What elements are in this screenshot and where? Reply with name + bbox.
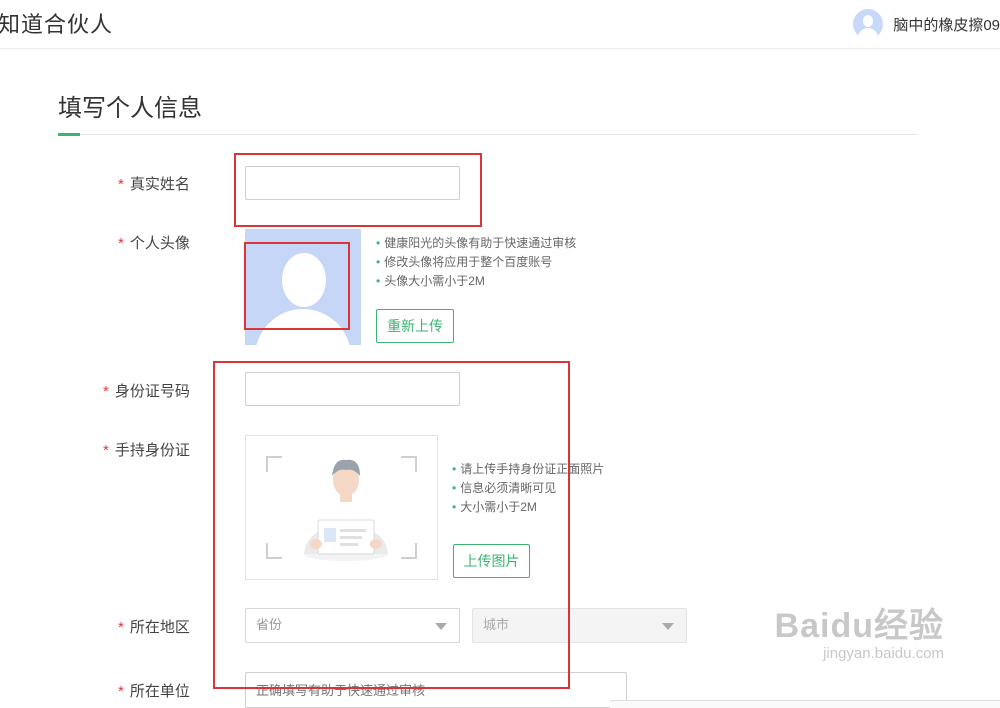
company-label-text: 所在单位 — [129, 683, 190, 700]
id-photo-label-text: 手持身份证 — [114, 442, 190, 459]
highlight-box-avatar — [244, 242, 350, 330]
top-bar: 知道合伙人 脑中的橡皮擦09 — [0, 0, 1000, 49]
brand-title[interactable]: 知道合伙人 — [0, 7, 113, 39]
region-label-text: 所在地区 — [129, 619, 190, 636]
avatar-tip: 头像大小需小于2M — [376, 272, 576, 291]
title-accent-bar — [58, 133, 80, 136]
id-number-label-text: 身份证号码 — [114, 383, 190, 400]
required-mark: * — [118, 235, 124, 252]
title-divider — [58, 134, 918, 135]
highlight-box-name — [234, 153, 482, 227]
watermark-main: Baidu经验 — [774, 607, 944, 645]
chevron-down-icon — [662, 623, 674, 630]
required-mark: * — [118, 176, 124, 193]
company-label: * 所在单位 — [118, 680, 190, 701]
id-photo-label: * 手持身份证 — [103, 439, 190, 460]
real-name-label-text: 真实姓名 — [129, 176, 190, 193]
watermark-sub: jingyan.baidu.com — [823, 645, 944, 662]
required-mark: * — [103, 442, 109, 459]
avatar-label-text: 个人头像 — [129, 235, 190, 252]
required-mark: * — [118, 619, 124, 636]
username[interactable]: 脑中的橡皮擦09 — [893, 14, 1000, 35]
baidu-watermark: Baidu经验 jingyan.baidu.com — [775, 598, 944, 662]
id-number-label: * 身份证号码 — [103, 380, 190, 401]
avatar-tips: 健康阳光的头像有助于快速通过审核 修改头像将应用于整个百度账号 头像大小需小于2… — [376, 234, 576, 291]
required-mark: * — [118, 683, 124, 700]
avatar-label: * 个人头像 — [118, 232, 190, 253]
real-name-label: * 真实姓名 — [118, 173, 190, 194]
user-avatar-icon[interactable] — [853, 9, 884, 39]
user-menu[interactable]: 脑中的橡皮擦09 — [853, 8, 1000, 40]
reupload-avatar-button[interactable]: 重新上传 — [376, 309, 454, 343]
avatar-tip: 修改头像将应用于整个百度账号 — [376, 253, 576, 272]
region-label: * 所在地区 — [118, 616, 190, 637]
page-title: 填写个人信息 — [58, 95, 202, 122]
avatar-tip: 健康阳光的头像有助于快速通过审核 — [376, 234, 576, 253]
required-mark: * — [103, 383, 109, 400]
highlight-box-identity — [213, 361, 570, 689]
